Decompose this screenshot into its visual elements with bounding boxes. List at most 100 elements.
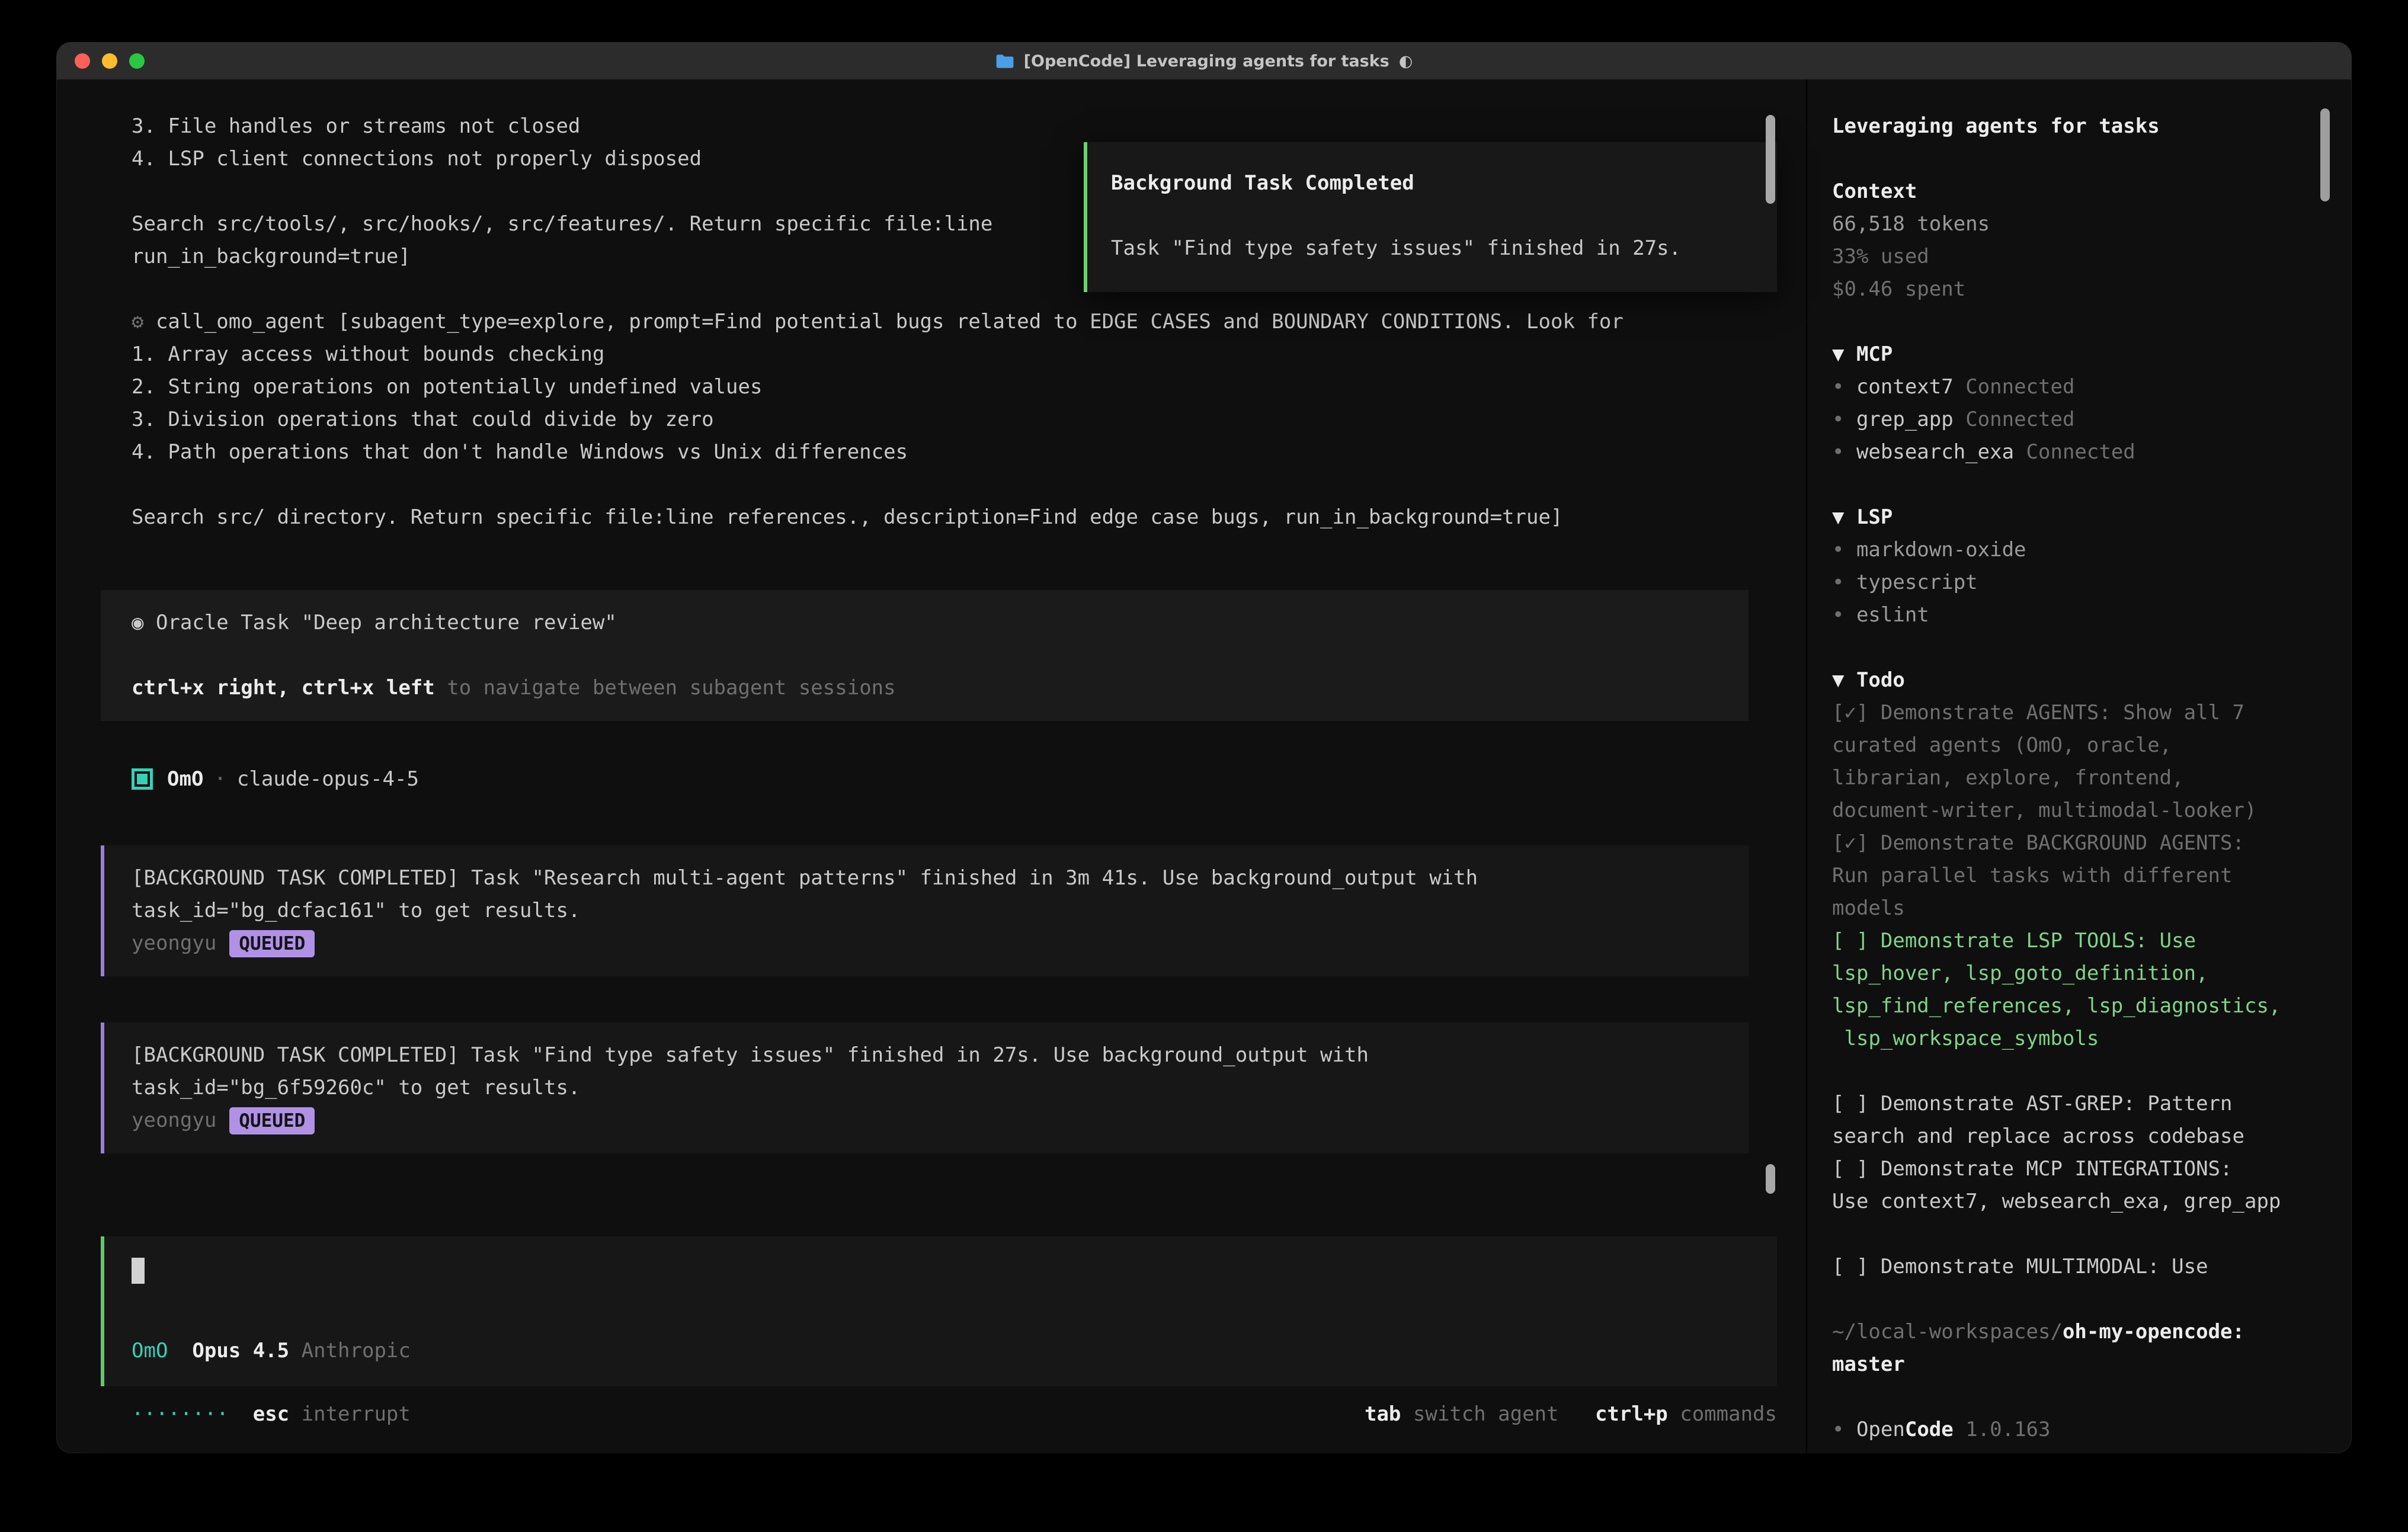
text-segment: Search src/tools/, src/hooks/, src/featu… <box>132 212 992 236</box>
text-line: lsp_hover, lsp_goto_definition, <box>1832 957 2316 990</box>
text-line <box>132 469 1806 501</box>
text-segment: [✓] Demonstrate AGENTS: Show all 7 <box>1832 701 2244 725</box>
text-line: ctrl+x right, ctrl+x left to navigate be… <box>132 672 1725 704</box>
text-segment: interrupt <box>302 1402 411 1426</box>
text-line: ▼ MCP <box>1832 338 2316 371</box>
text-line: 66,518 tokens <box>1832 208 2316 241</box>
chat-scrollbar-indicator[interactable] <box>1766 1164 1775 1194</box>
text-segment: ◉ Oracle Task "Deep architecture review" <box>132 611 617 634</box>
traffic-lights <box>75 43 145 79</box>
text-line: search and replace across codebase <box>1832 1120 2316 1153</box>
text-line: [ ] Demonstrate MCP INTEGRATIONS: <box>1832 1153 2316 1185</box>
text-line: $0.46 spent <box>1832 273 2316 306</box>
text-segment: lsp_workspace_symbols <box>1832 1027 2099 1050</box>
text-segment: [ ] Demonstrate MULTIMODAL: Use <box>1832 1255 2208 1278</box>
text-segment: Opus 4.5 <box>192 1339 289 1363</box>
text-line: tab switch agent ctrl+p commands <box>1365 1398 1777 1431</box>
text-cursor <box>132 1258 145 1284</box>
text-segment: Search src/ directory. Return specific f… <box>132 505 1562 529</box>
text-segment: • <box>1832 408 1856 431</box>
text-line: master <box>1832 1348 2316 1381</box>
text-line: ▼ Todo <box>1832 664 2316 697</box>
text-line: [ ] Demonstrate AST-GREP: Pattern <box>1832 1088 2316 1120</box>
text-segment: ········ <box>132 1402 229 1426</box>
text-segment <box>289 1402 301 1426</box>
text-segment: grep_app <box>1856 408 1954 431</box>
text-line: [ ] Demonstrate MULTIMODAL: Use <box>1832 1251 2316 1283</box>
text-line: librarian, explore, frontend, <box>1832 762 2316 794</box>
text-line <box>1832 1218 2316 1251</box>
text-line: 33% used <box>1832 241 2316 273</box>
text-line: lsp_find_references, lsp_diagnostics, <box>1832 990 2316 1023</box>
text-line: [BACKGROUND TASK COMPLETED] Task "Find t… <box>132 1039 1725 1072</box>
text-segment: Run parallel tasks with different <box>1832 864 2233 887</box>
text-segment: • <box>1832 440 1856 464</box>
text-segment: tab <box>1365 1402 1401 1426</box>
oracle-task-panel: ◉ Oracle Task "Deep architecture review"… <box>101 590 1749 721</box>
close-button[interactable] <box>75 53 90 69</box>
text-line: • eslint <box>1832 599 2316 632</box>
chat-scrollbar-thumb[interactable] <box>1766 115 1775 204</box>
text-segment: $0.46 spent <box>1832 277 1965 301</box>
text-segment: master <box>1832 1352 1905 1376</box>
text-line <box>1111 200 1777 232</box>
text-segment: curated agents (OmO, oracle, <box>1832 733 2172 757</box>
window-titlebar: [OpenCode] Leveraging agents for tasks ◐ <box>57 43 2351 79</box>
text-segment: • <box>1832 603 1856 627</box>
text-segment: context7 <box>1856 375 1954 399</box>
text-segment: 3. Division operations that could divide… <box>132 408 714 431</box>
text-segment: [ ] Demonstrate LSP TOOLS: Use <box>1832 929 2196 953</box>
text-line: • OpenCode 1.0.163 <box>1832 1414 2316 1446</box>
text-line <box>1832 143 2316 175</box>
text-segment <box>289 1339 301 1363</box>
text-line: Use context7, websearch_exa, grep_app <box>1832 1185 2316 1218</box>
text-segment: search and replace across codebase <box>1832 1124 2244 1148</box>
text-segment: run_in_background=true] <box>132 245 411 268</box>
text-segment: [BACKGROUND TASK COMPLETED] Task "Resear… <box>132 866 1478 890</box>
window-title: [OpenCode] Leveraging agents for tasks ◐ <box>995 52 1413 70</box>
text-line: 2. String operations on potentially unde… <box>132 371 1806 403</box>
text-segment: librarian, explore, frontend, <box>1832 766 2184 790</box>
text-segment: Context <box>1832 180 1917 203</box>
app-content: 3. File handles or streams not closed 4. … <box>57 79 2351 1453</box>
text-segment: • <box>1832 538 1856 562</box>
text-segment: [ ] Demonstrate AST-GREP: Pattern <box>1832 1092 2233 1116</box>
message-body: [BACKGROUND TASK COMPLETED] Task "Resear… <box>132 862 1725 927</box>
text-segment: 66,518 tokens <box>1832 212 1990 236</box>
text-segment: 4. Path operations that don't handle Win… <box>132 440 908 464</box>
message-author: yeongyu <box>132 927 216 960</box>
message-meta: yeongyu QUEUED <box>132 927 1725 960</box>
text-segment: [ ] Demonstrate MCP INTEGRATIONS: <box>1832 1157 2233 1181</box>
text-segment: lsp_find_references, lsp_diagnostics, <box>1832 994 2281 1018</box>
text-segment: oh-my-opencode: <box>2063 1320 2244 1344</box>
sidebar-scrollbar-thumb[interactable] <box>2320 108 2330 201</box>
text-line: [ ] Demonstrate LSP TOOLS: Use <box>1832 925 2316 957</box>
minimize-button[interactable] <box>102 53 117 69</box>
text-line: ▼ LSP <box>1832 501 2316 534</box>
text-line <box>1832 1055 2316 1088</box>
text-segment <box>229 1402 253 1426</box>
prompt-input[interactable]: OmO Opus 4.5 Anthropic <box>101 1236 1777 1386</box>
text-segment: Use context7, websearch_exa, grep_app <box>1832 1190 2281 1213</box>
window-title-text: [OpenCode] Leveraging agents for tasks <box>1024 52 1389 70</box>
text-segment: OmO <box>132 1339 168 1363</box>
text-line: document-writer, multimodal-looker) <box>1832 794 2316 827</box>
message-author: yeongyu <box>132 1104 216 1137</box>
text-segment: • <box>1832 1418 1856 1441</box>
desktop: { "colors":{ "accent_teal":"#35d0b8", "a… <box>0 0 2408 1532</box>
agent-square-icon <box>132 768 153 790</box>
text-segment: models <box>1832 896 1905 920</box>
text-line: ⚙ call_omo_agent [subagent_type=explore,… <box>132 306 1806 338</box>
text-line: Leveraging agents for tasks <box>1832 110 2316 143</box>
text-segment: ~/local-workspaces/ <box>1832 1320 2063 1344</box>
zoom-button[interactable] <box>129 53 145 69</box>
text-line: 3. File handles or streams not closed <box>132 110 1806 143</box>
text-segment: call_omo_agent [subagent_type=explore, p… <box>156 310 1624 334</box>
text-segment: esc <box>253 1402 289 1426</box>
text-segment: commands <box>1668 1402 1777 1426</box>
text-line: 4. Path operations that don't handle Win… <box>132 436 1806 469</box>
status-badge: QUEUED <box>229 1107 315 1134</box>
agent-model: claude-opus-4-5 <box>237 767 419 791</box>
text-segment: Code <box>1905 1418 1954 1441</box>
text-segment: eslint <box>1856 603 1929 627</box>
